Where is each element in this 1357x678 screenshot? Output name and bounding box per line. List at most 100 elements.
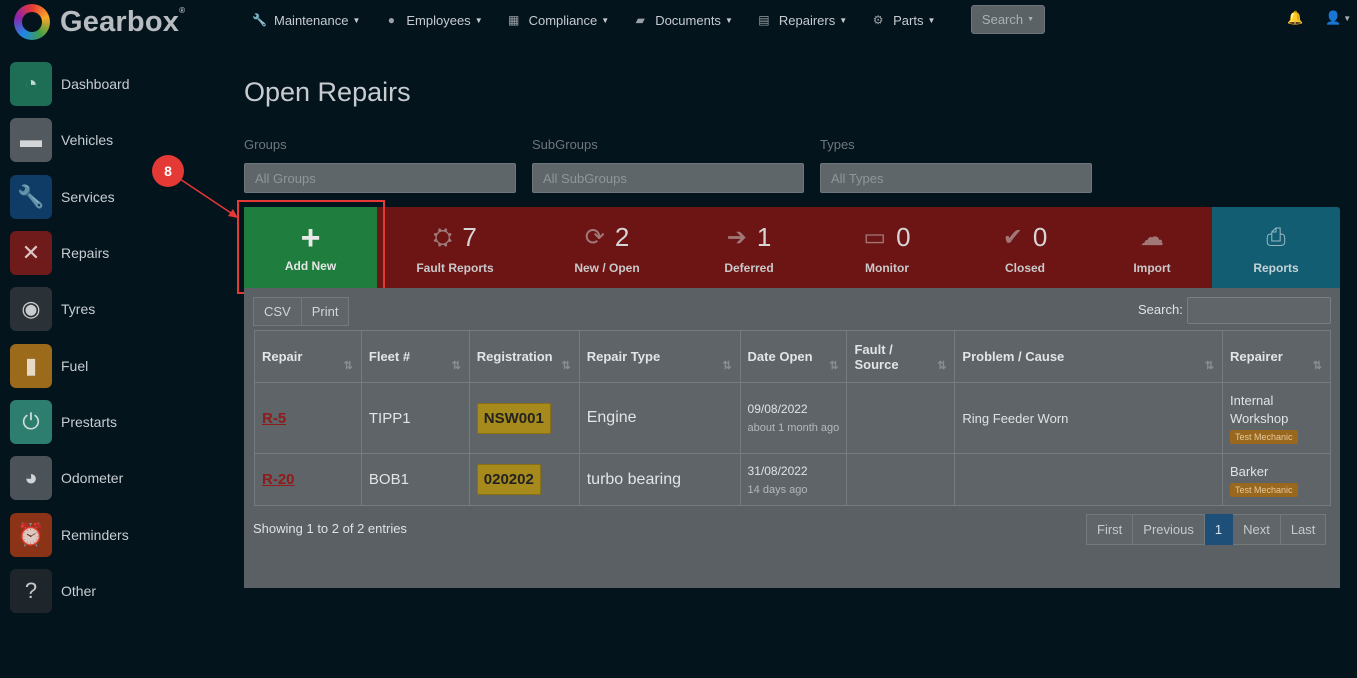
truck-icon: ▬ xyxy=(10,118,52,163)
problem-cause-cell: Ring Feeder Worn xyxy=(954,382,1224,454)
groups-filter-select[interactable]: All Groups xyxy=(244,163,516,193)
csv-button[interactable]: CSV xyxy=(253,297,302,326)
alarm-clock-icon: ⏰ xyxy=(10,512,52,557)
fuel-pump-icon: ▮ xyxy=(10,343,52,388)
table-search-label: Search: xyxy=(1138,302,1183,317)
nav-repairers[interactable]: ▤ Repairers ▼ xyxy=(757,13,847,28)
stat-count: 1 xyxy=(756,222,772,252)
page-title: Open Repairs xyxy=(244,77,411,107)
stat-label: Import xyxy=(1133,260,1171,275)
sidebar-item-label: Services xyxy=(61,188,115,205)
sort-icon: ⇅ xyxy=(1204,360,1215,372)
column-header-repairer[interactable]: Repairer ⇅ xyxy=(1222,330,1331,383)
search-dropdown-button[interactable]: Search ▼ xyxy=(971,5,1045,34)
registration-plate: NSW001 xyxy=(476,402,551,434)
column-header-repair-type[interactable]: Repair Type ⇅ xyxy=(578,330,741,383)
stat-count: 7 xyxy=(462,222,477,252)
caret-down-icon: ▼ xyxy=(601,15,610,25)
column-header-fault-source[interactable]: Fault / Source ⇅ xyxy=(846,330,956,383)
check-circle-icon: ✔ xyxy=(1002,224,1023,251)
repair-link[interactable]: R-5 xyxy=(262,410,286,427)
table-row[interactable]: R-20 BOB1 020202 turbo bearing 31/08/202… xyxy=(254,453,1331,506)
refresh-icon: ⟳ xyxy=(584,224,605,251)
nav-label: Documents xyxy=(655,12,721,28)
sort-icon: ⇅ xyxy=(937,360,947,372)
subgroups-filter-label: SubGroups xyxy=(532,137,598,152)
sidebar-item-services[interactable]: 🔧 Services xyxy=(10,169,130,225)
closed-tile[interactable]: ✔ 0 Closed xyxy=(962,207,1088,288)
stat-count: 2 xyxy=(614,222,630,252)
sort-desc-icon: ⇅ xyxy=(343,360,353,372)
stat-label: Fault Reports xyxy=(416,260,494,275)
print-button[interactable]: Print xyxy=(301,297,350,326)
sidebar: ◔ Dashboard ▬ Vehicles 🔧 Services ✕ Repa… xyxy=(10,56,130,619)
app-logo[interactable]: Gearbox® xyxy=(14,4,185,40)
nav-employees[interactable]: ● Employees ▼ xyxy=(384,13,483,28)
sidebar-item-prestarts[interactable]: ⏻ Prestarts xyxy=(10,394,130,450)
nav-maintenance[interactable]: 🔧 Maintenance ▼ xyxy=(252,13,360,28)
repair-cell: R-5 xyxy=(254,382,362,454)
sort-icon: ⇅ xyxy=(1312,360,1322,372)
repairer-tag: Test Mechanic xyxy=(1230,430,1298,444)
sort-icon: ⇅ xyxy=(722,360,732,372)
notifications-bell-icon[interactable]: 🔔 xyxy=(1287,10,1303,26)
pagination-page-1[interactable]: 1 xyxy=(1204,514,1234,545)
nav-label: Repairers xyxy=(778,12,836,28)
annotation-arrow-icon xyxy=(179,178,238,218)
fault-reports-tile[interactable]: ⛭ 7 Fault Reports xyxy=(392,207,518,288)
search-button-label: Search xyxy=(981,12,1024,27)
column-header-fleet[interactable]: Fleet # ⇅ xyxy=(360,330,470,383)
new-open-tile[interactable]: ⟳ 2 New / Open xyxy=(544,207,670,288)
column-header-registration[interactable]: Registration ⇅ xyxy=(468,330,580,383)
export-button-group: CSV Print xyxy=(253,297,350,326)
reports-button[interactable]: ⎙ Reports xyxy=(1212,207,1340,288)
monitor-icon: ▭ xyxy=(863,224,887,251)
user-menu[interactable]: 👤 ▼ xyxy=(1325,10,1351,26)
app-logo-text: Gearbox® xyxy=(60,5,186,38)
stat-label: Closed xyxy=(1004,260,1045,275)
reports-label: Reports xyxy=(1253,260,1299,275)
pagination-previous[interactable]: Previous xyxy=(1133,514,1205,545)
pagination-next[interactable]: Next xyxy=(1233,514,1281,545)
nav-parts[interactable]: ⚙ Parts ▼ xyxy=(871,12,936,28)
pagination-first[interactable]: First xyxy=(1086,514,1134,545)
column-header-repair[interactable]: Repair ⇅ xyxy=(254,330,362,383)
caret-down-icon: ▼ xyxy=(839,15,848,25)
repair-type-cell: Engine xyxy=(578,382,741,454)
repair-type-cell: turbo bearing xyxy=(578,453,741,506)
column-header-problem-cause[interactable]: Problem / Cause ⇅ xyxy=(954,330,1224,383)
sidebar-item-tyres[interactable]: ◉ Tyres xyxy=(10,281,130,337)
nav-label: Parts xyxy=(893,12,924,28)
import-tile[interactable]: ☁ Import xyxy=(1089,207,1215,288)
sidebar-item-repairs[interactable]: ✕ Repairs xyxy=(10,225,130,281)
sidebar-item-fuel[interactable]: ▮ Fuel xyxy=(10,337,130,393)
sidebar-item-reminders[interactable]: ⏰ Reminders xyxy=(10,506,130,562)
user-circle-icon: ● xyxy=(387,13,395,27)
column-header-date-open[interactable]: Date Open ⇅ xyxy=(739,330,848,383)
nav-compliance[interactable]: ▦ Compliance ▼ xyxy=(507,13,610,28)
nav-documents[interactable]: ▰ Documents ▼ xyxy=(633,13,733,28)
repairer-name: Internal Workshop xyxy=(1230,393,1289,426)
address-card-icon: ▤ xyxy=(758,13,770,27)
sidebar-item-odometer[interactable]: ◕ Odometer xyxy=(10,450,130,506)
date-relative: about 1 month ago xyxy=(747,422,840,434)
tyre-icon: ◉ xyxy=(10,287,52,332)
sidebar-item-dashboard[interactable]: ◔ Dashboard xyxy=(10,56,130,112)
sidebar-item-other[interactable]: ? Other xyxy=(10,563,130,619)
gearbox-logo-icon xyxy=(14,4,50,40)
power-icon: ⏻ xyxy=(10,399,52,444)
caret-down-icon: ▼ xyxy=(927,15,936,25)
pagination-last[interactable]: Last xyxy=(1280,514,1327,545)
table-row[interactable]: R-5 TIPP1 NSW001 Engine 09/08/2022 about… xyxy=(254,382,1331,454)
deferred-tile[interactable]: ➔ 1 Deferred xyxy=(686,207,812,288)
table-search-input[interactable] xyxy=(1187,297,1331,324)
subgroups-filter-select[interactable]: All SubGroups xyxy=(532,163,804,193)
repair-link[interactable]: R-20 xyxy=(262,471,295,488)
repairs-table: Repair ⇅ Fleet # ⇅ Registration ⇅ Repair Ty… xyxy=(254,330,1331,506)
types-filter-select[interactable]: All Types xyxy=(820,163,1092,193)
cloud-upload-icon: ☁ xyxy=(1140,224,1164,251)
sidebar-item-vehicles[interactable]: ▬ Vehicles xyxy=(10,112,130,168)
table-header-row: Repair ⇅ Fleet # ⇅ Registration ⇅ Repair Ty… xyxy=(254,330,1331,383)
sidebar-item-label: Repairs xyxy=(61,245,110,262)
monitor-tile[interactable]: ▭ 0 Monitor xyxy=(824,207,950,288)
